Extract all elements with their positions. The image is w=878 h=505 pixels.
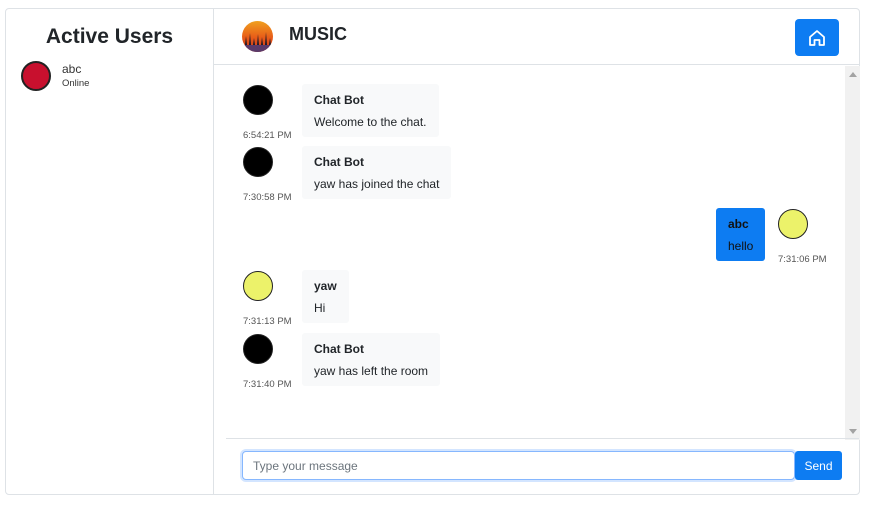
message-bubble: yaw Hi xyxy=(302,270,349,323)
message-time: 7:31:13 PM xyxy=(243,316,292,327)
chat-header: MUSIC xyxy=(214,9,859,65)
message-text: yaw has joined the chat xyxy=(314,177,440,191)
avatar xyxy=(243,334,273,364)
user-name: abc xyxy=(62,62,82,77)
active-users-sidebar: Active Users abc Online xyxy=(6,9,214,494)
message-author: Chat Bot xyxy=(314,342,364,356)
scroll-up-arrow-icon[interactable] xyxy=(849,72,857,77)
home-icon xyxy=(809,29,825,46)
message-input[interactable] xyxy=(242,451,795,480)
message-time: 7:30:58 PM xyxy=(243,192,292,203)
user-list-item[interactable]: abc Online xyxy=(6,61,213,91)
message-time: 7:31:06 PM xyxy=(778,254,827,265)
message-text: Hi xyxy=(314,301,326,315)
message-author: abc xyxy=(728,217,749,231)
message-scrollbar[interactable] xyxy=(845,66,860,440)
message-text: hello xyxy=(728,239,754,253)
avatar xyxy=(243,271,273,301)
message-bubble: Chat Bot Welcome to the chat. xyxy=(302,84,439,137)
message-time: 6:54:21 PM xyxy=(243,130,292,141)
send-button[interactable]: Send xyxy=(795,451,842,480)
message-author: Chat Bot xyxy=(314,155,364,169)
avatar xyxy=(21,61,51,91)
message-bubble: Chat Bot yaw has joined the chat xyxy=(302,146,452,199)
message-text: Welcome to the chat. xyxy=(314,115,427,129)
avatar xyxy=(243,147,273,177)
message-text: yaw has left the room xyxy=(314,364,429,378)
chat-panel: MUSIC 6:54:21 PM Chat Bot Welcome to the… xyxy=(214,9,860,494)
avatar xyxy=(243,85,273,115)
message-time: 7:31:40 PM xyxy=(243,379,292,390)
room-title: MUSIC xyxy=(289,24,347,44)
room-avatar xyxy=(242,21,273,52)
message-bubble: abc hello xyxy=(716,208,766,261)
message-author: Chat Bot xyxy=(314,93,364,107)
home-button[interactable] xyxy=(795,19,839,56)
avatar xyxy=(778,209,808,239)
message-bubble: Chat Bot yaw has left the room xyxy=(302,333,441,386)
scroll-down-arrow-icon[interactable] xyxy=(849,429,857,434)
user-status: Online xyxy=(62,78,90,90)
message-list: 6:54:21 PM Chat Bot Welcome to the chat.… xyxy=(226,66,845,440)
message-composer: Send xyxy=(226,438,859,494)
message-author: yaw xyxy=(314,279,337,293)
chat-app: Active Users abc Online MUSIC 6:54:21 PM… xyxy=(5,8,860,495)
sidebar-title: Active Users xyxy=(45,25,174,48)
